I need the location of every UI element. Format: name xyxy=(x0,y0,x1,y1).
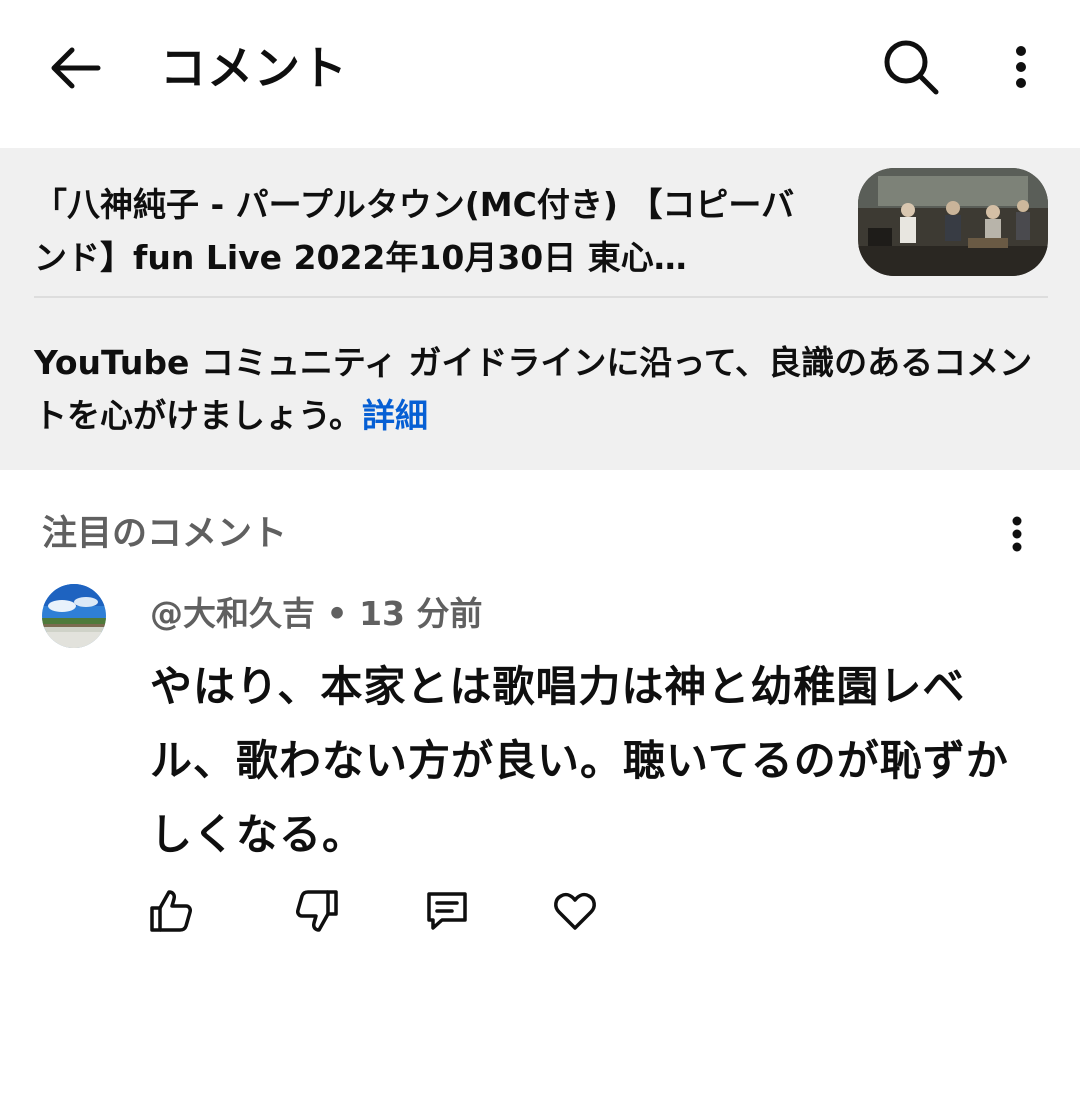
more-vert-icon xyxy=(1011,516,1023,552)
guideline-details-link[interactable]: 詳細 xyxy=(362,396,428,435)
section-more-button[interactable] xyxy=(996,508,1038,560)
top-bar: コメント xyxy=(0,0,1080,136)
community-guideline-notice: YouTube コミュニティ ガイドラインに沿って、良識のあるコメントを心がけま… xyxy=(34,336,1044,442)
heart-icon xyxy=(552,888,598,934)
video-thumbnail[interactable] xyxy=(858,168,1048,276)
divider xyxy=(34,296,1048,298)
back-button[interactable] xyxy=(40,36,108,100)
comment-author[interactable]: @大和久吉 xyxy=(150,594,315,633)
more-vert-icon xyxy=(1014,45,1028,89)
meta-separator: • xyxy=(315,594,360,633)
search-icon xyxy=(882,38,940,96)
thumb-up-icon xyxy=(148,888,194,934)
thumb-down-icon xyxy=(294,888,340,934)
guideline-text: YouTube コミュニティ ガイドラインに沿って、良識のあるコメントを心がけま… xyxy=(34,343,1033,435)
video-header-section: 「八神純子 - パープルタウン(MC付き) 【コピーバンド】fun Live 2… xyxy=(0,148,1080,470)
reply-button[interactable] xyxy=(420,884,474,938)
like-button[interactable] xyxy=(144,884,198,938)
search-button[interactable] xyxy=(876,34,946,100)
more-options-button[interactable] xyxy=(996,34,1046,100)
comment-meta: @大和久吉 • 13 分前 xyxy=(150,588,483,640)
comment-time: 13 分前 xyxy=(359,594,483,633)
dislike-button[interactable] xyxy=(290,884,344,938)
heart-button[interactable] xyxy=(548,884,602,938)
reply-comment-icon xyxy=(424,888,470,934)
comment-text: やはり、本家とは歌唱力は神と幼稚園レベル、歌わない方が良い。聴いてるのが恥ずかし… xyxy=(150,662,1009,859)
page-title: コメント xyxy=(160,41,348,95)
avatar[interactable] xyxy=(42,584,106,648)
featured-comments-header: 注目のコメント xyxy=(42,514,288,554)
arrow-left-icon xyxy=(46,46,102,90)
video-title[interactable]: 「八神純子 - パープルタウン(MC付き) 【コピーバンド】fun Live 2… xyxy=(34,178,824,284)
